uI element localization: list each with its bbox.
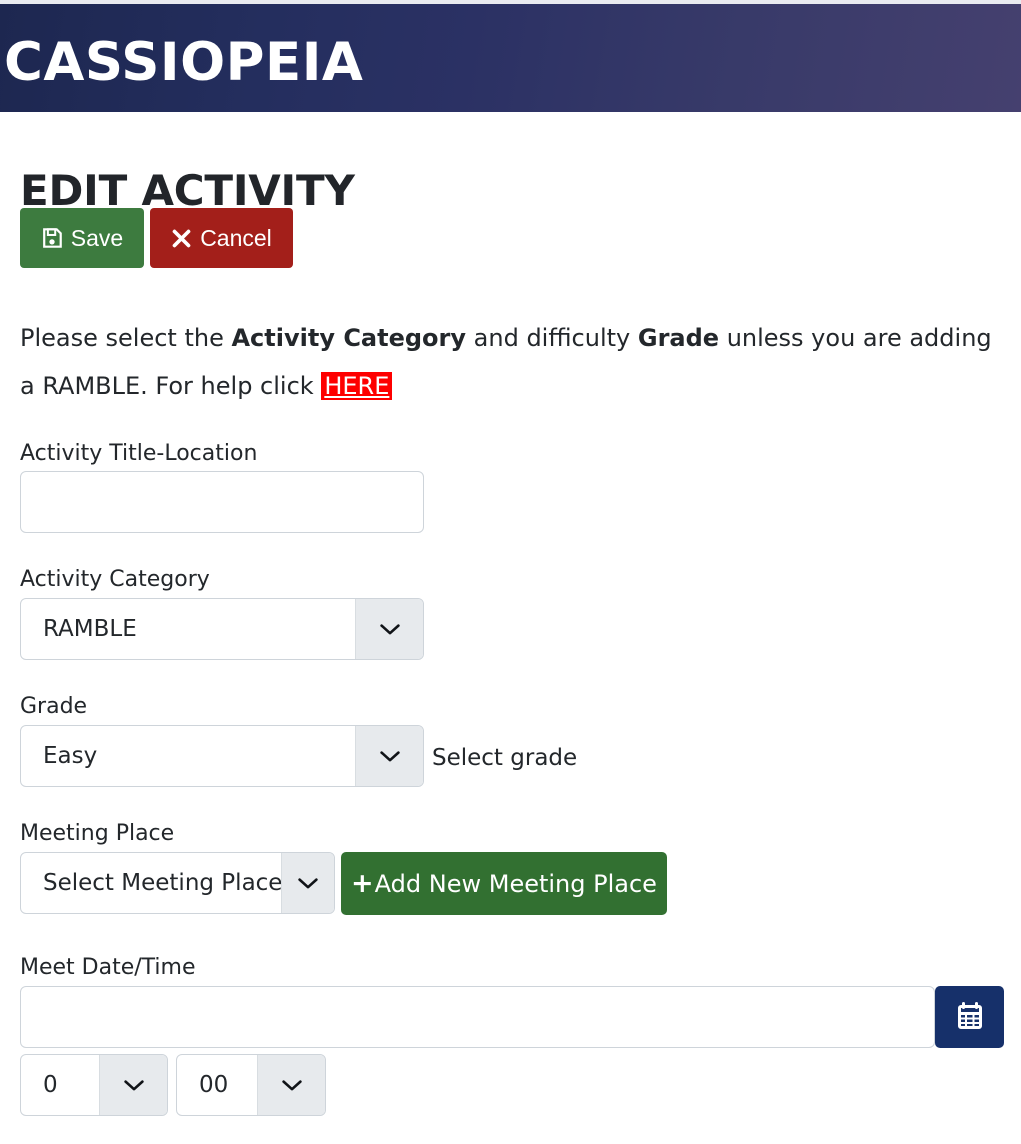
save-button-label: Save	[71, 225, 123, 252]
calendar-icon	[957, 1002, 983, 1033]
activity-category-select[interactable]: RAMBLE	[20, 598, 424, 660]
site-brand-title: CASSIOPEIA	[4, 36, 363, 89]
intro-text-part2: and difficulty	[466, 324, 638, 352]
meeting-place-selected-value: Select Meeting Place	[21, 853, 281, 913]
intro-bold-grade: Grade	[638, 324, 719, 352]
grade-select[interactable]: Easy	[20, 725, 424, 787]
page-content: EDIT ACTIVITY Save Cancel Please select …	[0, 112, 1021, 1144]
help-here-link[interactable]: HERE	[321, 372, 392, 400]
floppy-save-icon	[41, 227, 63, 249]
activity-category-selected-value: RAMBLE	[21, 599, 355, 659]
calendar-picker-button[interactable]	[935, 986, 1004, 1048]
meet-time-minute-value: 00	[177, 1055, 257, 1115]
instructions-paragraph: Please select the Activity Category and …	[20, 314, 1000, 410]
grade-helper-text: Select grade	[432, 745, 577, 771]
activity-title-location-label: Activity Title-Location	[20, 442, 257, 466]
meet-time-hour-select[interactable]: 0	[20, 1054, 168, 1116]
add-new-meeting-place-label: Add New Meeting Place	[375, 870, 657, 898]
cancel-button-label: Cancel	[200, 225, 272, 252]
close-x-icon	[171, 228, 192, 249]
site-header: CASSIOPEIA	[0, 4, 1021, 112]
save-button[interactable]: Save	[20, 208, 144, 268]
page-title: EDIT ACTIVITY	[20, 169, 355, 213]
plus-icon: +	[351, 870, 374, 897]
meeting-place-select[interactable]: Select Meeting Place	[20, 852, 335, 914]
meet-time-hour-value: 0	[21, 1055, 99, 1115]
cancel-button[interactable]: Cancel	[150, 208, 293, 268]
chevron-down-icon[interactable]	[257, 1055, 325, 1115]
add-new-meeting-place-button[interactable]: + Add New Meeting Place	[341, 852, 667, 915]
grade-selected-value: Easy	[21, 726, 355, 786]
chevron-down-icon[interactable]	[99, 1055, 167, 1115]
intro-text-part1: Please select the	[20, 324, 231, 352]
meet-datetime-row	[0, 986, 1021, 1048]
chevron-down-icon[interactable]	[281, 853, 334, 913]
meet-datetime-label: Meet Date/Time	[20, 956, 196, 980]
grade-label: Grade	[20, 695, 87, 719]
chevron-down-icon[interactable]	[355, 599, 423, 659]
meeting-place-label: Meeting Place	[20, 822, 174, 846]
activity-title-location-input[interactable]	[20, 471, 424, 533]
meet-time-minute-select[interactable]: 00	[176, 1054, 326, 1116]
chevron-down-icon[interactable]	[355, 726, 423, 786]
intro-bold-activity-category: Activity Category	[231, 324, 466, 352]
meet-date-input[interactable]	[20, 986, 935, 1048]
activity-category-label: Activity Category	[20, 568, 210, 592]
